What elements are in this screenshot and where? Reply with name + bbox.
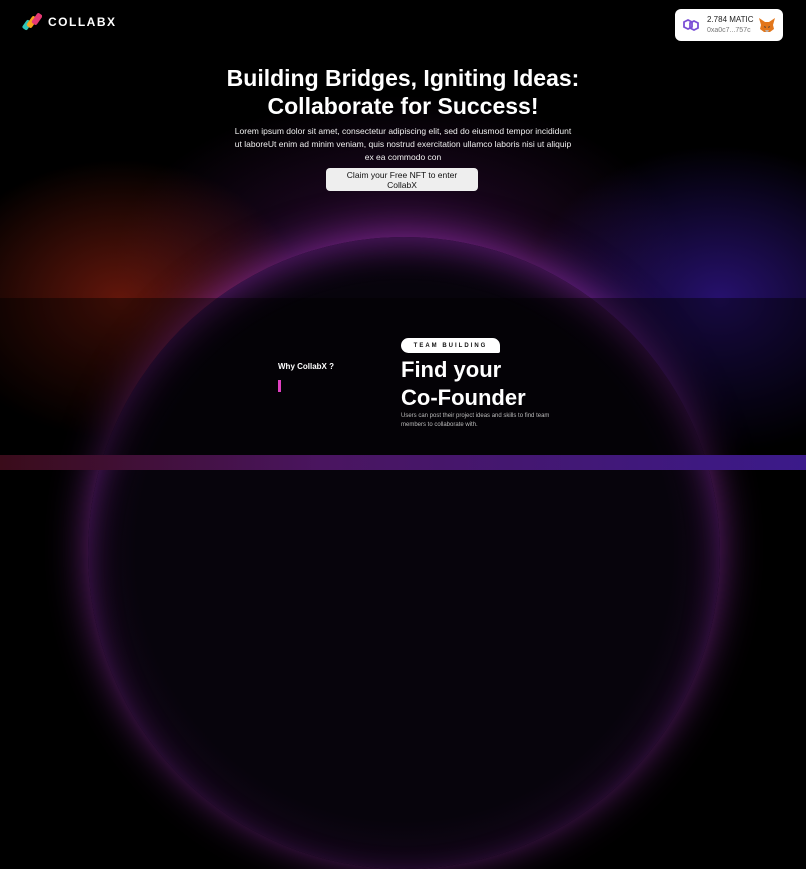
feature-title-line1: Find your [401, 357, 502, 382]
feature-title-line2: Co-Founder [401, 385, 526, 410]
hero-title-line2: Collaborate for Success! [267, 93, 539, 119]
metamask-fox-icon [758, 16, 776, 39]
hero-section: Building Bridges, Igniting Ideas: Collab… [0, 64, 806, 164]
bottom-gradient-strip [0, 455, 806, 470]
section-indicator-bar [278, 380, 281, 392]
wallet-balance: 2.784 MATIC [707, 15, 754, 24]
collabx-logo-icon [22, 12, 43, 32]
hero-title-line1: Building Bridges, Igniting Ideas: [226, 65, 580, 91]
feature-description: Users can post their project ideas and s… [401, 413, 550, 428]
feature-title: Find your Co-Founder [401, 356, 526, 412]
hero-title: Building Bridges, Igniting Ideas: Collab… [0, 64, 806, 120]
why-collabx-label: Why CollabX ? [278, 362, 334, 371]
logo[interactable]: COLLABX [22, 12, 117, 32]
wallet-widget[interactable]: 2.784 MATIC 0xa0c7...757c [675, 9, 783, 41]
wallet-address: 0xa0c7...757c [707, 27, 751, 34]
hero-description: Lorem ipsum dolor sit amet, consectetur … [234, 126, 572, 162]
claim-nft-button[interactable]: Claim your Free NFT to enter CollabX [326, 168, 478, 191]
logo-text: COLLABX [48, 15, 117, 29]
polygon-icon [681, 16, 701, 39]
feature-tag: TEAM BUILDING [401, 338, 500, 353]
